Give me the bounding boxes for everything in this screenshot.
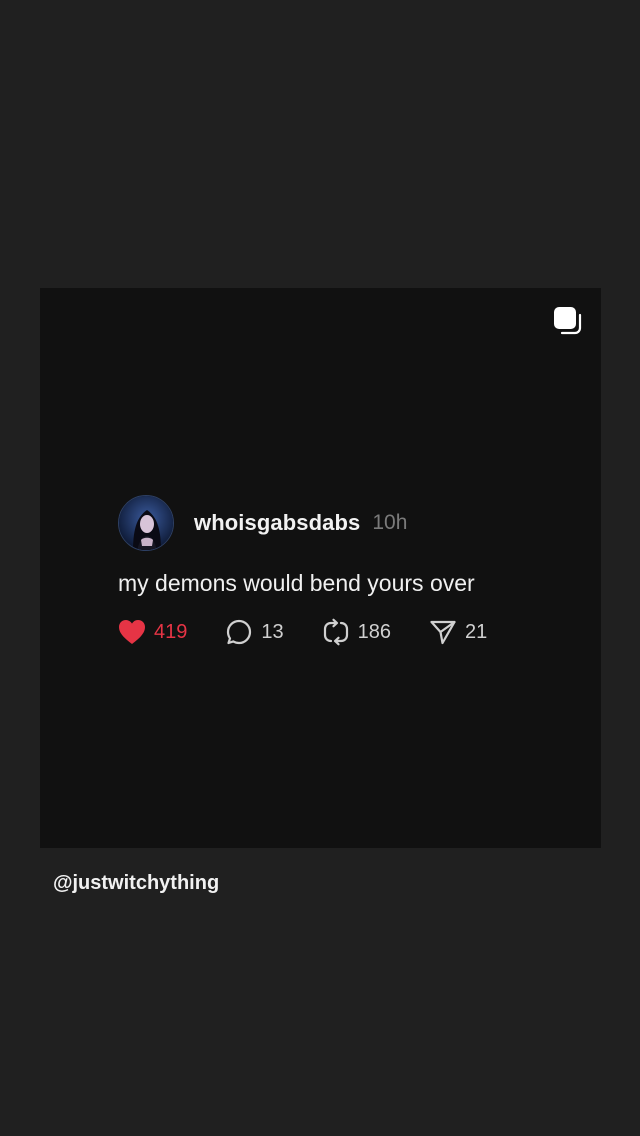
post-actions: 419 13 186 21 [118, 617, 548, 647]
avatar-image [119, 496, 173, 550]
post-text: my demons would bend yours over [118, 570, 475, 596]
heart-icon [119, 620, 145, 644]
like-count: 419 [154, 620, 188, 643]
post: whoisgabsdabs 10h my demons would bend y… [118, 494, 548, 647]
send-icon [430, 620, 456, 645]
repost-button[interactable]: 186 [322, 618, 391, 646]
stack-icon[interactable] [553, 306, 583, 336]
repost-icon [323, 618, 348, 646]
comment-icon [227, 619, 252, 645]
post-header: whoisgabsdabs 10h [118, 494, 548, 552]
username[interactable]: whoisgabsdabs [194, 510, 360, 536]
share-button[interactable]: 21 [429, 618, 487, 646]
like-button[interactable]: 419 [118, 619, 187, 645]
post-card[interactable]: whoisgabsdabs 10h my demons would bend y… [40, 288, 601, 848]
comment-button[interactable]: 13 [225, 618, 284, 646]
source-handle[interactable]: @justwitchything [53, 872, 219, 895]
post-time: 10h [372, 511, 408, 534]
story-screen: whoisgabsdabs 10h my demons would bend y… [0, 0, 640, 1136]
share-count: 21 [465, 620, 488, 643]
avatar[interactable] [118, 495, 174, 551]
repost-count: 186 [357, 620, 391, 643]
comment-count: 13 [261, 620, 284, 643]
